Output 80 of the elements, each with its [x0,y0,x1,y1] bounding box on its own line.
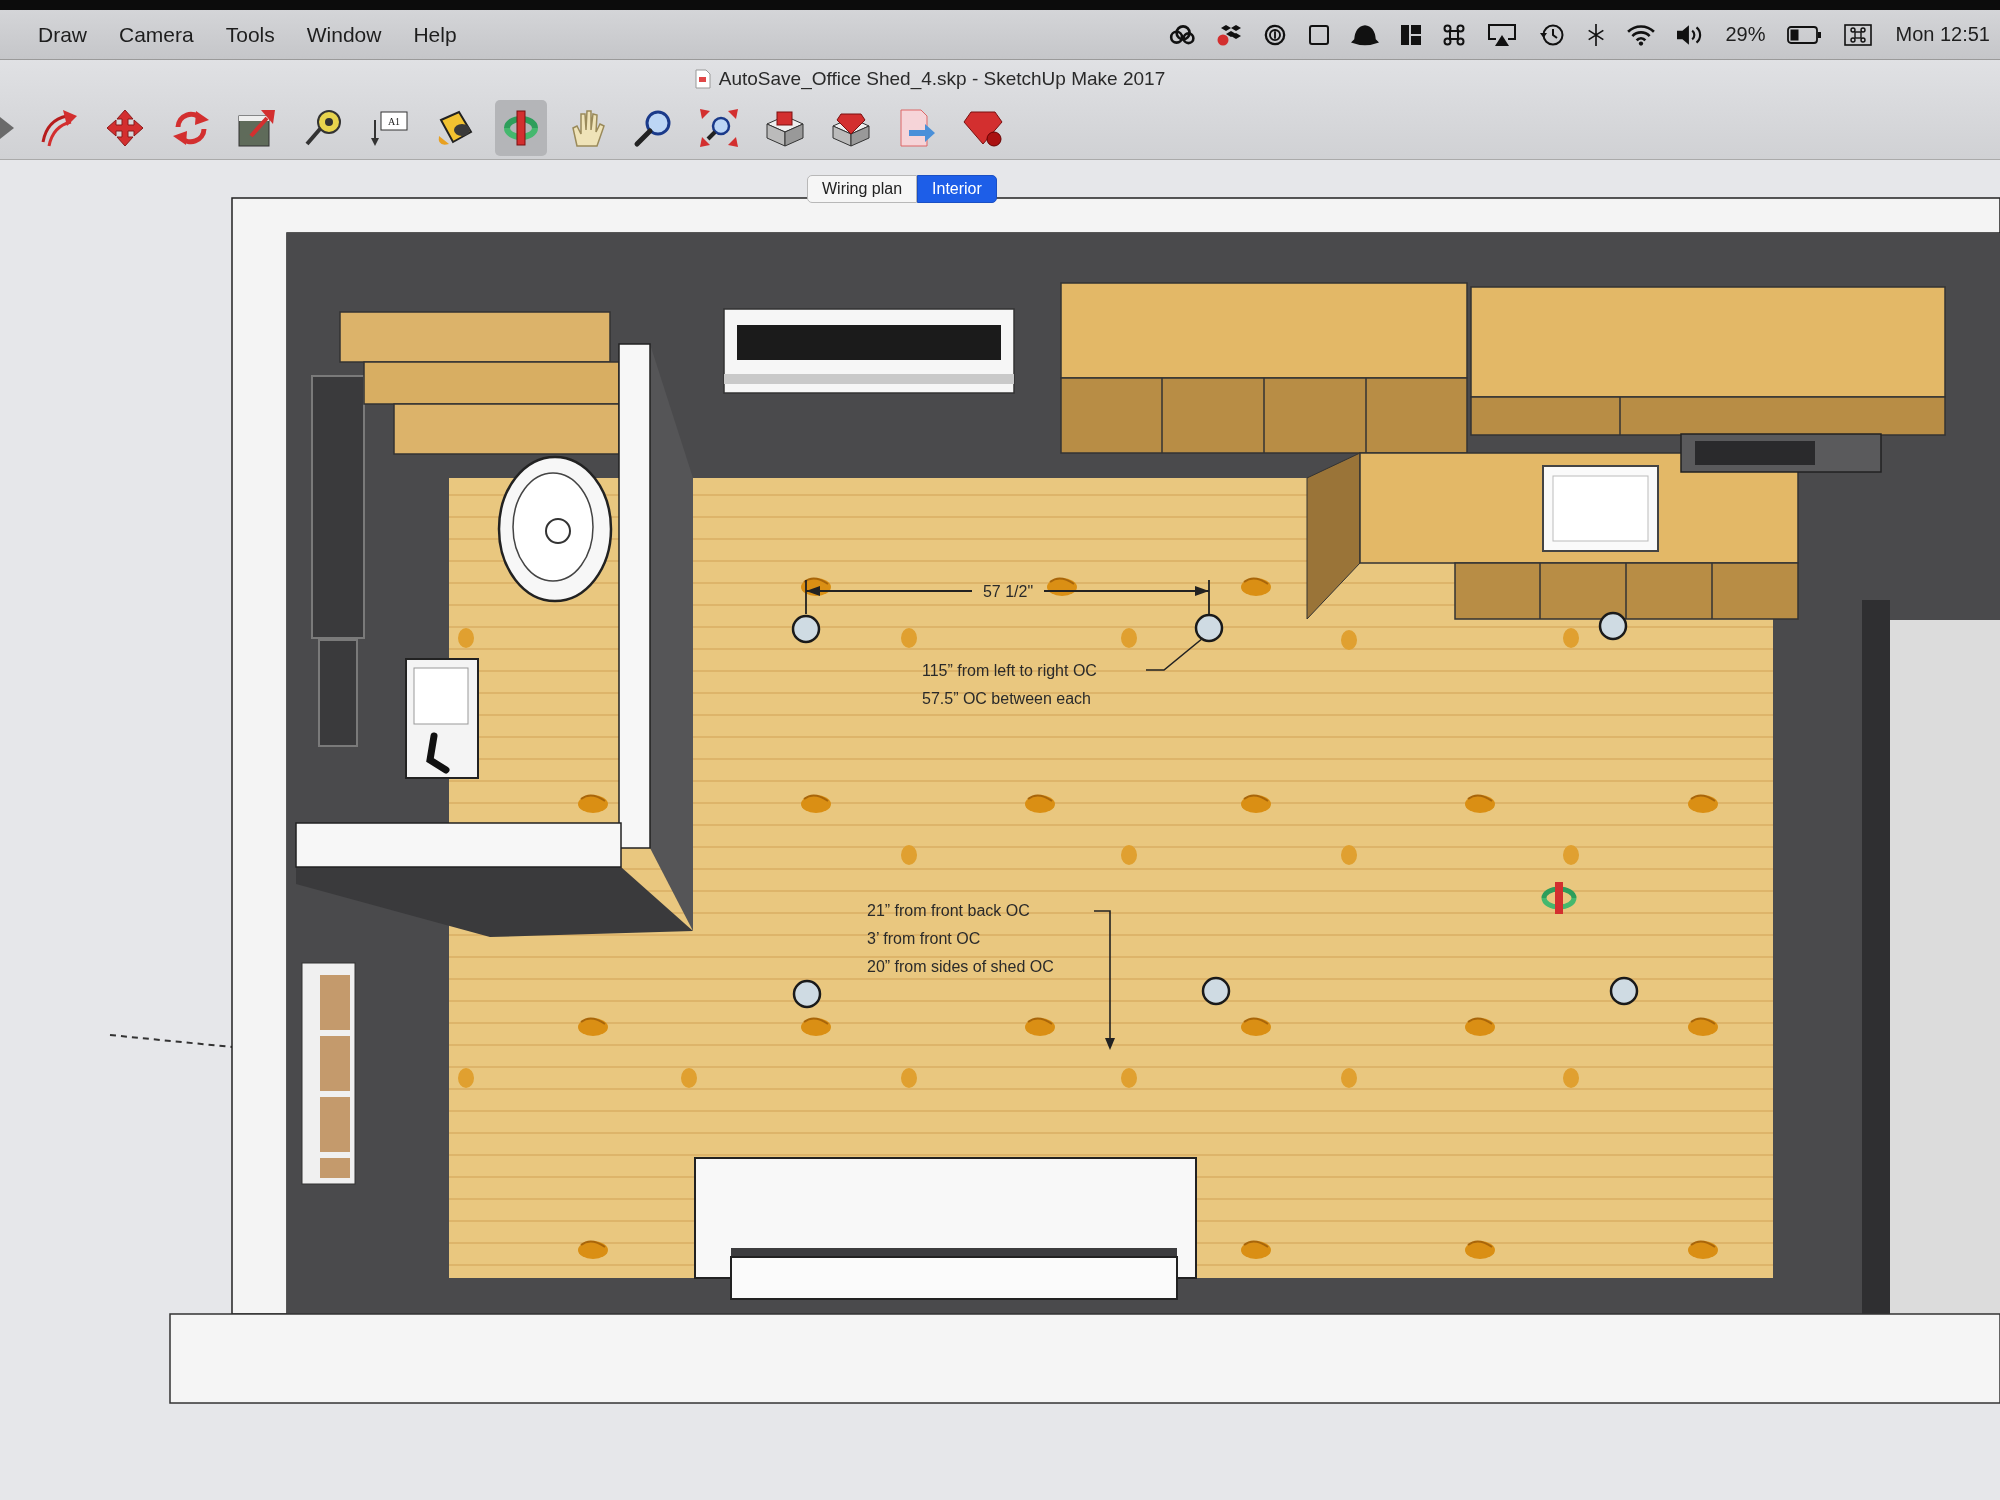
leader-line [1145,637,1204,671]
scene-tab[interactable]: Interior [917,175,997,203]
wood-knot [801,1017,831,1036]
triangle-icon[interactable] [0,116,14,141]
ceiling-light-icon [791,614,821,644]
document-icon [694,68,711,89]
zoom-icon[interactable] [633,108,673,149]
dimension-text: 57 1/2" [982,583,1034,600]
wood-knot [1121,628,1137,648]
square-icon[interactable] [1309,23,1330,46]
menu-bar-clock[interactable]: Mon 12:51 [1895,23,1990,46]
toolbar-button[interactable]: A1 [363,100,415,157]
battery-icon[interactable] [1787,25,1822,44]
ceiling-light-icon [1609,976,1639,1006]
wood-knot [1465,1017,1495,1036]
wood-knot [1563,628,1579,648]
wood-knot [901,628,917,648]
wood-knot [901,845,917,865]
move-icon[interactable] [105,108,145,149]
layout-grid-icon[interactable] [1401,23,1422,46]
annotation-text: 115” from left to right OC 57.5” OC between each [922,662,1097,707]
ceiling-light-icon [1598,611,1628,641]
wood-knot [578,1240,608,1259]
airplay-icon[interactable] [1487,23,1518,46]
wood-knot [458,1068,474,1088]
diamonds-icon[interactable] [1217,23,1242,46]
command-icon[interactable] [1443,23,1466,46]
wood-knot [1241,1240,1271,1259]
wood-knot [1341,1068,1357,1088]
ring-icon[interactable] [1263,23,1288,46]
wood-knot [1025,1017,1055,1036]
ceiling-light-icon [1194,613,1224,643]
wood-knot [1241,794,1271,813]
wood-knot [578,794,608,813]
menu-item[interactable]: Window [306,22,382,47]
zoom-extents-icon[interactable] [699,108,739,149]
wood-knot [901,1068,917,1088]
wood-knot [1563,1068,1579,1088]
scene-tab[interactable]: Wiring plan [807,175,918,203]
annotation-text: 21” from front back OC 3’ from front OC 20” from sides of shed OC [867,902,1054,975]
wifi-icon[interactable] [1627,23,1656,46]
wood-knot [1341,630,1357,650]
wood-knot [1047,577,1077,596]
wood-knot [1688,1240,1718,1259]
wood-knot [801,794,831,813]
wood-knot [1465,794,1495,813]
wood-knot [1121,1068,1137,1088]
cloud-icon[interactable] [1169,23,1196,46]
command-box-icon[interactable] [1843,23,1874,46]
menu-item[interactable]: Help [413,22,457,47]
orbit-cursor-icon [1541,882,1577,914]
asterisk-icon[interactable] [1587,23,1606,46]
wood-knot [1241,1017,1271,1036]
gem-icon[interactable] [963,108,1003,149]
wood-knot [1688,794,1718,813]
wood-knot [1025,794,1055,813]
menu-item[interactable]: Camera [119,22,194,47]
scale-icon[interactable] [237,108,277,149]
hat-icon[interactable] [1351,23,1380,46]
orbit-icon[interactable] [501,108,541,149]
window-title: AutoSave_Office Shed_4.skp - SketchUp Make 2017 [718,67,1166,90]
wood-knot [681,1068,697,1088]
menu-item[interactable]: Draw [38,22,87,47]
battery-percentage: 29% [1725,23,1766,46]
wood-knot [1465,1240,1495,1259]
curved-arrow-icon[interactable] [39,108,79,149]
ceiling-light-icon [1201,976,1231,1006]
wood-knot [1121,845,1137,865]
ceiling-light-icon [792,979,822,1009]
box-icon[interactable] [765,108,805,149]
wood-knot [1241,577,1271,596]
menu-item[interactable]: Tools [225,22,275,47]
wood-knot [1688,1017,1718,1036]
clock-icon[interactable] [1539,23,1566,46]
wood-knot [1563,845,1579,865]
wood-knot [1341,845,1357,865]
volume-icon[interactable] [1677,23,1704,46]
toolbar-button[interactable] [495,100,547,157]
wood-knot [458,628,474,648]
wood-knot [578,1017,608,1036]
